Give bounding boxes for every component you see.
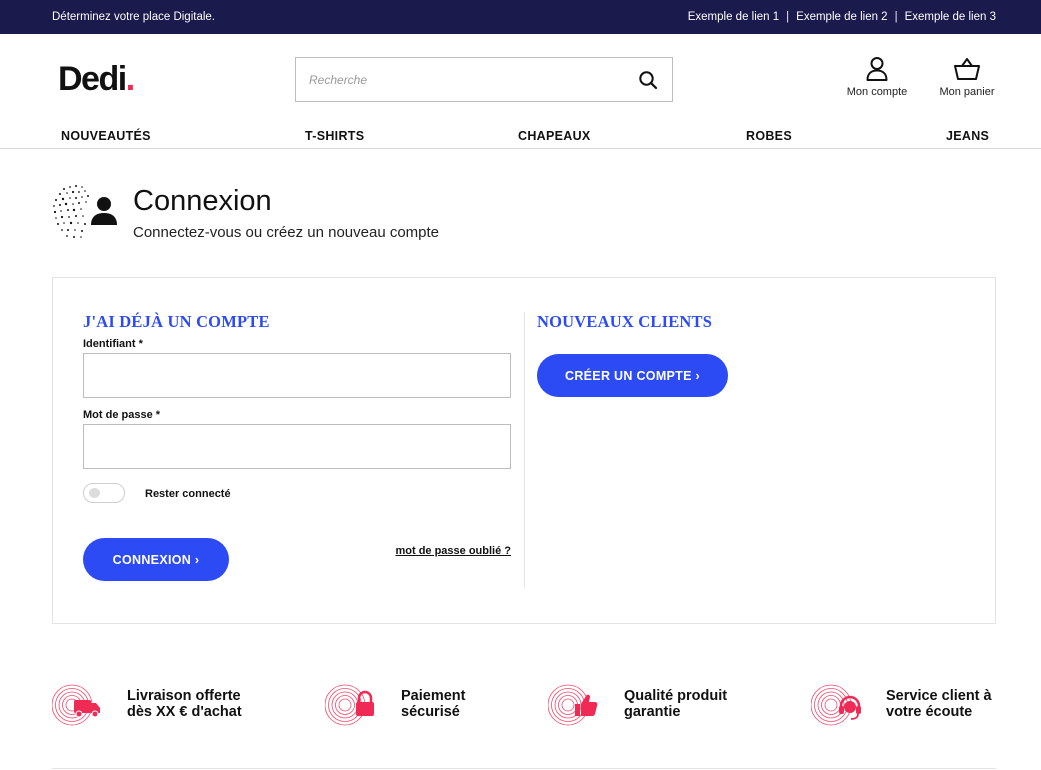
main-nav: NOUVEAUTÉS T-SHIRTS CHAPEAUX ROBES JEANS bbox=[0, 128, 1041, 148]
page-heading: Connexion Connectez-vous ou créez un nou… bbox=[52, 183, 552, 243]
existing-account-section: J'AI DÉJÀ UN COMPTE Identifiant * Mot de… bbox=[83, 312, 511, 581]
feature-payment-line1: Paiement bbox=[401, 688, 466, 704]
login-button[interactable]: CONNEXION › bbox=[83, 538, 229, 581]
feature-service-line2: votre écoute bbox=[886, 704, 973, 720]
logo-text: Dedi bbox=[58, 60, 127, 98]
user-icon bbox=[866, 57, 888, 81]
top-link-3[interactable]: Exemple de lien 3 bbox=[905, 11, 996, 23]
headset-icon bbox=[811, 684, 861, 726]
top-link-2[interactable]: Exemple de lien 2 bbox=[796, 11, 887, 23]
site-header: Dedi. Mon compte Mon panier NOUVEAUTÉS T… bbox=[0, 34, 1041, 149]
required-mark: * bbox=[138, 338, 143, 350]
panel-divider bbox=[524, 312, 525, 588]
features-bar: Livraison offerte dès XX € d'achat Paiem… bbox=[0, 682, 1041, 732]
page-title: Connexion bbox=[133, 185, 272, 217]
feature-quality-line2: garantie bbox=[624, 704, 681, 720]
register-heading: NOUVEAUX CLIENTS bbox=[537, 312, 713, 331]
login-heading: J'AI DÉJÀ UN COMPTE bbox=[83, 312, 270, 331]
thumbs-up-icon bbox=[548, 684, 598, 726]
feature-payment-line2: sécurisé bbox=[401, 704, 460, 720]
identifier-field[interactable] bbox=[83, 353, 511, 398]
lock-icon bbox=[325, 684, 374, 726]
feature-quality-line1: Qualité produit bbox=[624, 688, 728, 704]
user-profile-icon bbox=[53, 185, 117, 238]
new-customers-section: NOUVEAUX CLIENTS CRÉER UN COMPTE › bbox=[537, 312, 967, 397]
search-box bbox=[295, 57, 673, 102]
feature-service: Service client à votre écoute bbox=[811, 682, 1011, 732]
feature-delivery-line2: dès XX € d'achat bbox=[127, 704, 242, 720]
password-field[interactable] bbox=[83, 424, 511, 469]
basket-icon bbox=[954, 58, 980, 80]
identifier-label-text: Identifiant bbox=[83, 338, 136, 350]
logo-dot: . bbox=[125, 60, 135, 98]
truck-icon bbox=[52, 684, 100, 726]
feature-payment: Paiement sécurisé bbox=[325, 682, 495, 732]
toggle-knob bbox=[89, 488, 100, 498]
password-label: Mot de passe * bbox=[83, 409, 160, 421]
link-separator: | bbox=[786, 11, 790, 23]
logo[interactable]: Dedi. bbox=[58, 60, 135, 99]
feature-service-line1: Service client à bbox=[886, 688, 992, 704]
nav-item-chapeaux[interactable]: CHAPEAUX bbox=[518, 129, 591, 143]
link-separator: | bbox=[894, 11, 898, 23]
login-panel: J'AI DÉJÀ UN COMPTE Identifiant * Mot de… bbox=[52, 277, 996, 624]
create-account-button[interactable]: CRÉER UN COMPTE › bbox=[537, 354, 728, 397]
nav-item-jeans[interactable]: JEANS bbox=[946, 129, 989, 143]
feature-delivery: Livraison offerte dès XX € d'achat bbox=[52, 682, 262, 732]
identifier-label: Identifiant * bbox=[83, 338, 143, 350]
nav-item-nouveautes[interactable]: NOUVEAUTÉS bbox=[61, 129, 151, 143]
basket-button[interactable]: Mon panier bbox=[935, 56, 999, 98]
top-links: Exemple de lien 1 | Exemple de lien 2 | … bbox=[688, 11, 996, 23]
feature-quality: Qualité produit garantie bbox=[548, 682, 748, 732]
remember-label: Rester connecté bbox=[145, 488, 231, 500]
search-icon[interactable] bbox=[638, 70, 658, 90]
basket-label: Mon panier bbox=[939, 86, 995, 98]
forgot-password-link[interactable]: mot de passe oublié ? bbox=[395, 545, 511, 557]
required-mark: * bbox=[155, 409, 161, 421]
footer-divider bbox=[52, 768, 996, 769]
nav-item-tshirts[interactable]: T-SHIRTS bbox=[305, 129, 364, 143]
top-bar: Déterminez votre place Digitale. Exemple… bbox=[0, 0, 1041, 34]
account-button[interactable]: Mon compte bbox=[842, 56, 912, 98]
page-subtitle: Connectez-vous ou créez un nouveau compt… bbox=[133, 224, 440, 241]
nav-item-robes[interactable]: ROBES bbox=[746, 129, 792, 143]
tagline: Déterminez votre place Digitale. bbox=[52, 11, 215, 23]
remember-toggle[interactable] bbox=[83, 483, 125, 503]
account-label: Mon compte bbox=[846, 86, 908, 98]
top-link-1[interactable]: Exemple de lien 1 bbox=[688, 11, 779, 23]
password-label-text: Mot de passe bbox=[83, 409, 153, 421]
search-input[interactable] bbox=[296, 58, 626, 101]
feature-delivery-line1: Livraison offerte bbox=[127, 688, 241, 704]
